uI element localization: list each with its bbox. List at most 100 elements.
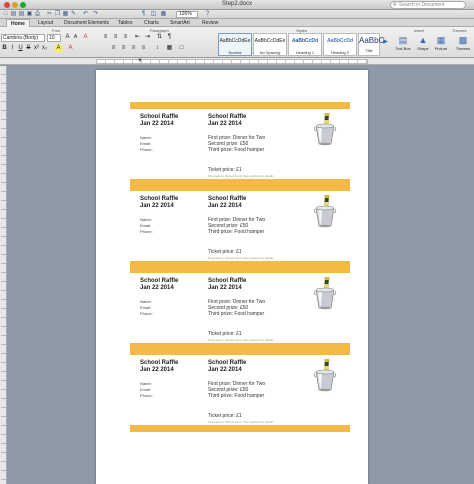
ticket-title-left: School Raffle Jan 22 2014 <box>140 114 178 128</box>
style-no-spacing[interactable]: AaBbCcDdEe No Spacing <box>253 33 287 56</box>
pilcrow-button[interactable]: ¶ <box>166 34 173 41</box>
increase-indent-button[interactable]: ⇥ <box>144 34 151 41</box>
style-title-label: Title <box>365 48 373 53</box>
ticket-date: Jan 22 2014 <box>140 367 174 373</box>
picture-button[interactable]: ▦ Picture <box>432 35 450 55</box>
standard-toolbar: □ ▤ ▤ ▣ ⎙ ✂ ❐ ▦ ✎ ↶ ↷ ¶ ◫ ▦ 126% ? <box>0 10 474 19</box>
style-normal-label: Normal <box>228 50 242 55</box>
horizontal-ruler[interactable]: ▼ <box>0 58 474 65</box>
gallery-icon[interactable]: ▦ <box>160 11 167 18</box>
text-box-button[interactable]: ▤ Text Box <box>394 35 412 55</box>
paste-icon[interactable]: ▦ <box>62 11 69 18</box>
themes-button[interactable]: ▩ Themes <box>454 35 472 55</box>
raffle-ticket: School Raffle Jan 22 2014 School Raffle … <box>130 266 350 350</box>
ticket-top-bar <box>130 184 350 191</box>
multilevel-button[interactable]: ≡ <box>122 34 129 41</box>
format-painter-icon[interactable]: ✎ <box>70 11 77 18</box>
ticket-date: Jan 22 2014 <box>140 285 174 291</box>
tab-layout[interactable]: Layout <box>34 19 57 27</box>
ticket-title-right: School Raffle Jan 22 2014 <box>208 360 246 374</box>
copy-icon[interactable]: ❐ <box>54 11 61 18</box>
style-heading-2[interactable]: AaBbCcDd Heading 2 <box>323 33 357 56</box>
styles-pane-button[interactable]: ▶ <box>382 39 389 46</box>
ticket-title: School Raffle <box>208 196 247 202</box>
open-icon[interactable]: ▤ <box>18 11 25 18</box>
champagne-bucket-image <box>313 195 337 228</box>
justify-button[interactable]: ≡ <box>140 45 147 52</box>
ribbon-tab-bar: Home Layout Document Elements Tables Cha… <box>0 19 474 27</box>
sidebar-icon[interactable]: ◫ <box>150 11 157 18</box>
font-color-button[interactable]: A <box>67 45 74 52</box>
new-document-icon[interactable]: □ <box>2 11 9 18</box>
italic-button[interactable]: I <box>9 45 16 52</box>
sort-button[interactable]: ⇅ <box>156 34 163 41</box>
grow-font-button[interactable]: A <box>64 34 71 41</box>
align-right-button[interactable]: ≡ <box>130 45 137 52</box>
text-box-icon: ▤ <box>398 35 408 45</box>
insert-group-label: Insert <box>414 28 425 33</box>
align-left-button[interactable]: ≡ <box>110 45 117 52</box>
picture-icon: ▦ <box>436 35 446 45</box>
shape-button[interactable]: ▲ Shape <box>414 35 432 55</box>
help-icon[interactable]: ? <box>204 11 211 18</box>
ticket-price: Ticket price: £1 <box>208 331 242 337</box>
font-name-select[interactable]: Cambria (Body) <box>1 34 45 42</box>
champagne-bucket-image <box>313 359 337 392</box>
templates-icon[interactable]: ▤ <box>10 11 17 18</box>
third-prize: Third prize: Food hamper <box>208 147 265 153</box>
undo-icon[interactable]: ↶ <box>82 11 89 18</box>
style-heading-1[interactable]: AaBbCcDd Heading 1 <box>288 33 322 56</box>
align-center-button[interactable]: ≡ <box>120 45 127 52</box>
ticket-title-left: School Raffle Jan 22 2014 <box>140 196 178 210</box>
numbering-button[interactable]: ≡ <box>112 34 119 41</box>
print-icon[interactable]: ⎙ <box>34 11 41 18</box>
search-input[interactable]: ⚲ Search in Document <box>390 1 466 9</box>
tab-smartart[interactable]: SmartArt <box>166 19 194 27</box>
tab-review[interactable]: Review <box>198 19 222 27</box>
tab-home[interactable]: Home <box>6 19 30 27</box>
style-no-spacing-sample: AaBbCcDdEe <box>254 38 286 44</box>
underline-button[interactable]: U <box>17 45 24 52</box>
title-bar: Step2.docx ⚲ Search in Document <box>0 0 474 10</box>
phone-label: Phone: <box>140 147 153 152</box>
tab-tables[interactable]: Tables <box>114 19 136 27</box>
champagne-bucket-image <box>313 277 337 310</box>
redo-icon[interactable]: ↷ <box>92 11 99 18</box>
indent-marker[interactable]: ▼ <box>137 58 143 64</box>
tab-charts[interactable]: Charts <box>140 19 163 27</box>
ticket-title: School Raffle <box>208 114 247 120</box>
show-formatting-icon[interactable]: ¶ <box>140 11 147 18</box>
search-icon: ⚲ <box>393 2 397 8</box>
strikethrough-button[interactable]: S <box>25 45 32 52</box>
picture-label: Picture <box>434 46 448 51</box>
clear-formatting-button[interactable]: A <box>82 34 89 41</box>
third-prize: Third prize: Food hamper <box>208 311 265 317</box>
bullets-button[interactable]: ≡ <box>102 34 109 41</box>
shading-button[interactable]: ▦ <box>166 45 173 52</box>
line-spacing-button[interactable]: ↕ <box>154 45 161 52</box>
name-label: Name: <box>140 217 152 222</box>
save-icon[interactable]: ▣ <box>26 11 33 18</box>
ticket-title-left: School Raffle Jan 22 2014 <box>140 360 178 374</box>
highlight-button[interactable]: A <box>55 45 62 52</box>
fine-print: Proceeds to School Fund. See website for… <box>208 338 274 342</box>
borders-button[interactable]: □ <box>178 45 185 52</box>
decrease-indent-button[interactable]: ⇤ <box>134 34 141 41</box>
zoom-field[interactable]: 126% <box>176 11 198 18</box>
raffle-ticket: School Raffle Jan 22 2014 School Raffle … <box>130 102 350 186</box>
style-heading-2-label: Heading 2 <box>330 50 350 55</box>
third-prize: Third prize: Food hamper <box>208 393 265 399</box>
cut-icon[interactable]: ✂ <box>46 11 53 18</box>
style-title-sample: AaBbC <box>359 36 385 45</box>
superscript-button[interactable]: x² <box>33 45 40 52</box>
tab-document-elements[interactable]: Document Elements <box>60 19 113 27</box>
document-page[interactable]: School Raffle Jan 22 2014 School Raffle … <box>96 70 368 484</box>
style-title[interactable]: AaBbC Title <box>358 33 385 56</box>
bold-button[interactable]: B <box>1 45 8 52</box>
themes-group-label: Themes <box>452 28 467 33</box>
subscript-button[interactable]: x₂ <box>41 45 48 52</box>
vertical-ruler[interactable] <box>0 66 7 484</box>
shrink-font-button[interactable]: A <box>72 34 79 41</box>
font-size-select[interactable]: 10 <box>47 34 61 42</box>
style-normal[interactable]: AaBbCcDdEe Normal <box>218 33 252 56</box>
